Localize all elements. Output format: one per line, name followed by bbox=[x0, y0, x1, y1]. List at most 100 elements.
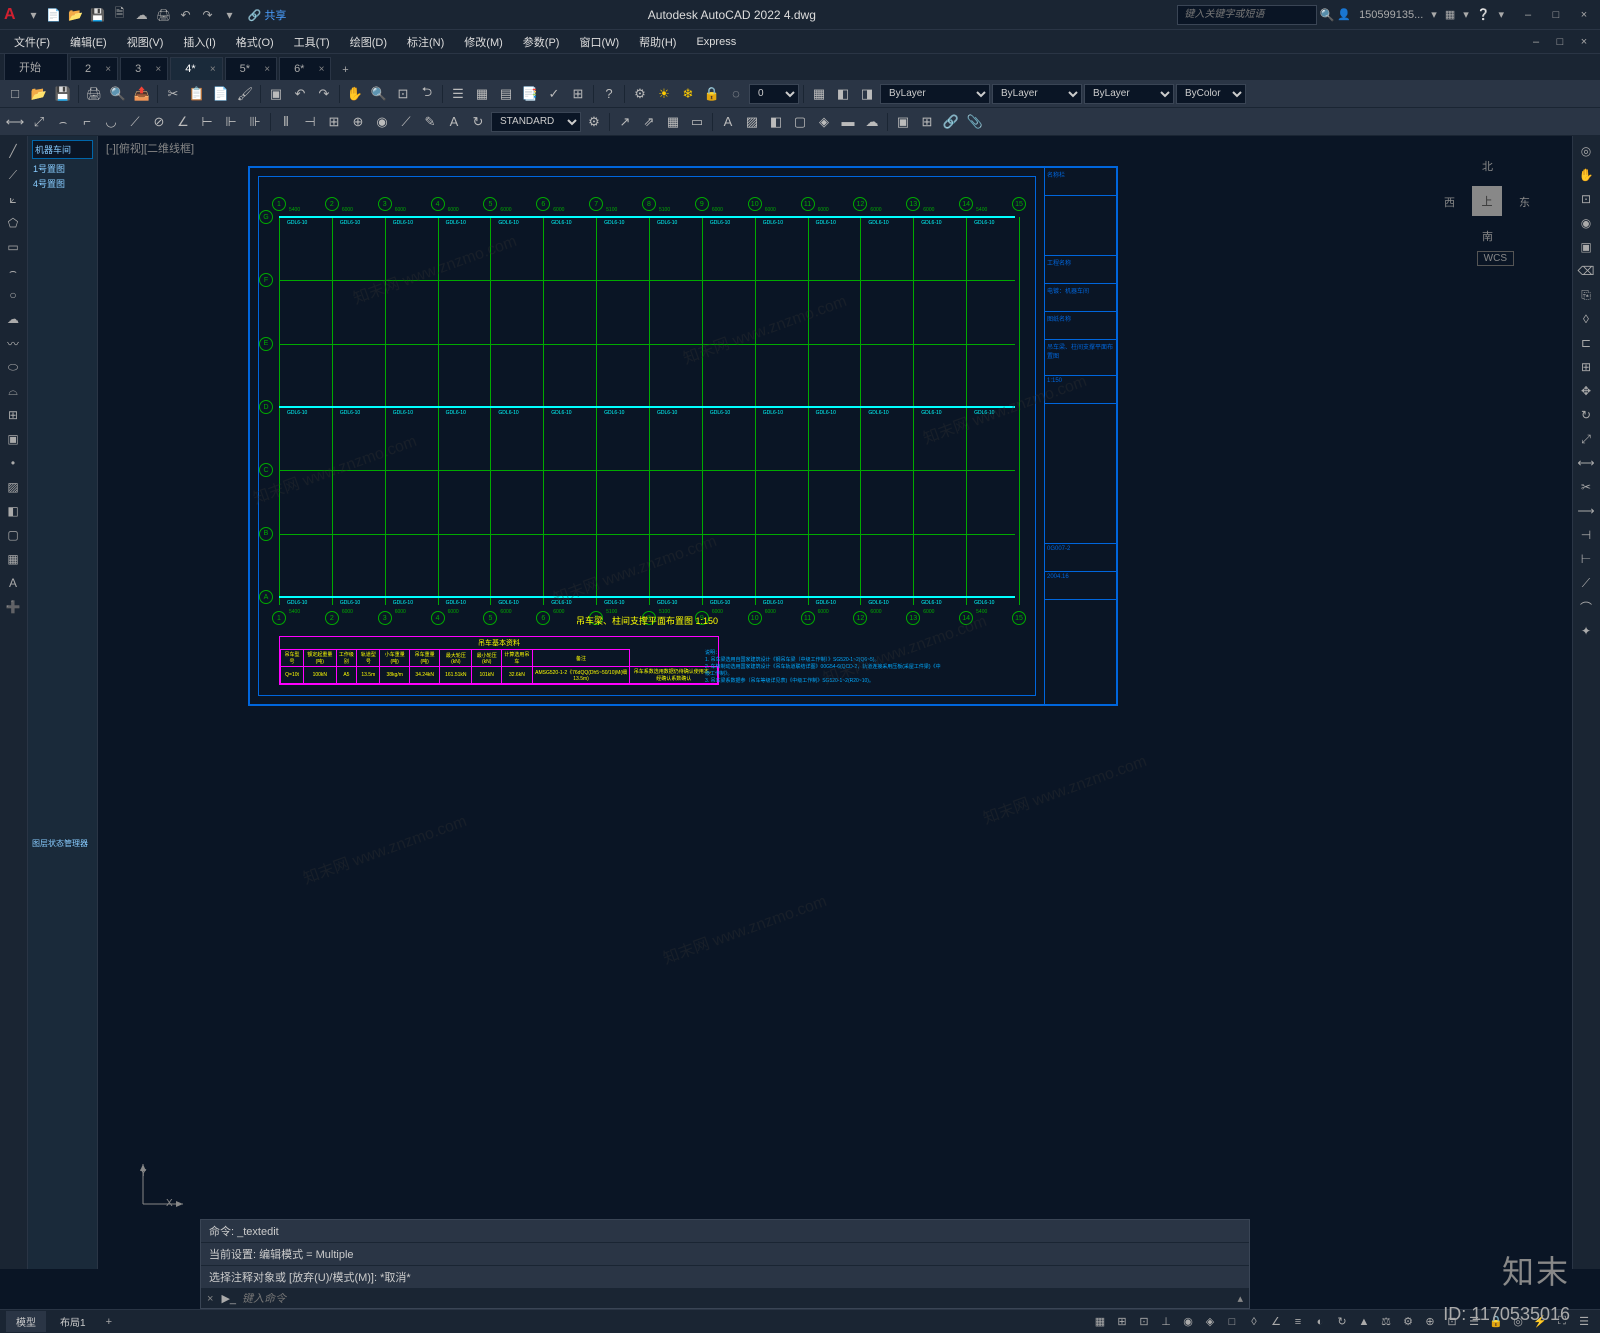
attach-icon[interactable]: 📎 bbox=[964, 111, 986, 133]
viewcube-top[interactable]: 上 bbox=[1472, 186, 1502, 216]
dim-continue-icon[interactable]: ⊪ bbox=[244, 111, 266, 133]
dim-aligned-icon[interactable]: ⤢ bbox=[28, 111, 50, 133]
dimstyle-icon[interactable]: ⚙ bbox=[583, 111, 605, 133]
app-menu-caret[interactable]: ▾ bbox=[24, 5, 44, 25]
tab-start[interactable]: 开始 bbox=[4, 53, 68, 80]
annomonitor-icon[interactable]: ⊕ bbox=[1420, 1313, 1440, 1331]
dim-radius-icon[interactable]: ◡ bbox=[100, 111, 122, 133]
cmd-close-icon[interactable]: × bbox=[207, 1293, 213, 1305]
wipeout-icon[interactable]: ▬ bbox=[837, 111, 859, 133]
copy-icon[interactable]: ⎘ bbox=[1575, 284, 1597, 306]
array-icon[interactable]: ⊞ bbox=[1575, 356, 1597, 378]
menu-param[interactable]: 参数(P) bbox=[513, 31, 570, 53]
layer-iso-icon[interactable]: ☀ bbox=[653, 83, 675, 105]
layer-state-combo[interactable]: 0 bbox=[749, 84, 799, 104]
dim-quick-icon[interactable]: ⊢ bbox=[196, 111, 218, 133]
cut-icon[interactable]: ✂ bbox=[162, 83, 184, 105]
showmotion-icon[interactable]: ▣ bbox=[1575, 236, 1597, 258]
viewport[interactable]: [-][俯视][二维线框] 11540054002260006000336000… bbox=[98, 136, 1572, 1269]
command-input[interactable] bbox=[242, 1293, 1237, 1305]
undo-icon[interactable]: ↶ bbox=[289, 83, 311, 105]
menu-help[interactable]: 帮助(H) bbox=[629, 31, 686, 53]
properties-icon[interactable]: ☰ bbox=[447, 83, 469, 105]
web-open-icon[interactable]: ☁ bbox=[132, 5, 152, 25]
dim-tedit-icon[interactable]: A bbox=[443, 111, 465, 133]
break-icon[interactable]: ⊣ bbox=[1575, 524, 1597, 546]
tab-close-icon[interactable]: × bbox=[319, 64, 325, 75]
tab-6[interactable]: 6*× bbox=[279, 57, 331, 80]
zoom-prev-icon[interactable]: ⮌ bbox=[416, 83, 438, 105]
color-combo[interactable]: ByColor bbox=[1176, 84, 1246, 104]
orbit-icon[interactable]: ◉ bbox=[1575, 212, 1597, 234]
dim-angular-icon[interactable]: ∠ bbox=[172, 111, 194, 133]
point-icon[interactable]: • bbox=[2, 452, 24, 474]
maximize-button[interactable]: □ bbox=[1544, 5, 1568, 25]
annoscale-icon[interactable]: ⚖ bbox=[1376, 1313, 1396, 1331]
minimize-button[interactable]: – bbox=[1516, 5, 1540, 25]
tab-close-icon[interactable]: × bbox=[155, 64, 161, 75]
dim-linear-icon[interactable]: ⟷ bbox=[4, 111, 26, 133]
publish-icon[interactable]: 📤 bbox=[131, 83, 153, 105]
explode-icon[interactable]: ✦ bbox=[1575, 620, 1597, 642]
erase-icon[interactable]: ⌫ bbox=[1575, 260, 1597, 282]
viewcube-west[interactable]: 西 bbox=[1444, 194, 1455, 210]
layer-freeze-icon[interactable]: ❄ bbox=[677, 83, 699, 105]
mleader-icon[interactable]: ⇗ bbox=[638, 111, 660, 133]
snap-icon[interactable]: ⊡ bbox=[1134, 1313, 1154, 1331]
menu-draw[interactable]: 绘图(D) bbox=[340, 31, 397, 53]
block-make-icon[interactable]: ▣ bbox=[892, 111, 914, 133]
layer-combo[interactable]: ByLayer bbox=[880, 84, 990, 104]
otrack-icon[interactable]: ∠ bbox=[1266, 1313, 1286, 1331]
layer-props-icon[interactable]: ▦ bbox=[808, 83, 830, 105]
dim-edit-icon[interactable]: ✎ bbox=[419, 111, 441, 133]
menu-insert[interactable]: 插入(I) bbox=[173, 31, 225, 53]
spline-icon[interactable]: 〰 bbox=[2, 332, 24, 354]
arc-icon[interactable]: ⌢ bbox=[2, 260, 24, 282]
open-icon[interactable]: 📂 bbox=[66, 5, 86, 25]
toolpalette-icon[interactable]: ▤ bbox=[495, 83, 517, 105]
revcloud-icon[interactable]: ☁ bbox=[2, 308, 24, 330]
field-icon[interactable]: ▭ bbox=[686, 111, 708, 133]
user-name[interactable]: 150599135... bbox=[1359, 9, 1423, 21]
center-mark-icon[interactable]: ⊕ bbox=[347, 111, 369, 133]
zoom-icon[interactable]: 🔍 bbox=[368, 83, 390, 105]
redo-icon[interactable]: ↷ bbox=[313, 83, 335, 105]
sheetset-icon[interactable]: 📑 bbox=[519, 83, 541, 105]
tolerance-icon[interactable]: ⊞ bbox=[323, 111, 345, 133]
ortho-icon[interactable]: ⊥ bbox=[1156, 1313, 1176, 1331]
plot-icon[interactable]: 🖨 bbox=[154, 5, 174, 25]
leader-icon[interactable]: ↗ bbox=[614, 111, 636, 133]
user-icon[interactable]: 👤 bbox=[1337, 8, 1351, 21]
copy-icon[interactable]: 📋 bbox=[186, 83, 208, 105]
dim-update-icon[interactable]: ↻ bbox=[467, 111, 489, 133]
pline-icon[interactable]: ⟀ bbox=[2, 188, 24, 210]
workspace-icon[interactable]: ⚙ bbox=[1398, 1313, 1418, 1331]
dim-arc-icon[interactable]: ⌢ bbox=[52, 111, 74, 133]
new-icon[interactable]: □ bbox=[4, 83, 26, 105]
ellipse-icon[interactable]: ⬭ bbox=[2, 356, 24, 378]
open-icon[interactable]: 📂 bbox=[28, 83, 50, 105]
layout-tab[interactable]: 布局1 bbox=[50, 1311, 96, 1332]
dim-jogged-icon[interactable]: ⟋ bbox=[124, 111, 146, 133]
dim-baseline-icon[interactable]: ⊩ bbox=[220, 111, 242, 133]
dim-break-icon[interactable]: ⊣ bbox=[299, 111, 321, 133]
region-icon[interactable]: ◈ bbox=[813, 111, 835, 133]
designcenter-icon[interactable]: ▦ bbox=[471, 83, 493, 105]
insert-icon[interactable]: ⊞ bbox=[2, 404, 24, 426]
doc-restore-button[interactable]: □ bbox=[1548, 32, 1572, 52]
viewcube-north[interactable]: 北 bbox=[1482, 158, 1493, 174]
layer-lock-icon[interactable]: 🔒 bbox=[701, 83, 723, 105]
pan-icon[interactable]: ✋ bbox=[344, 83, 366, 105]
paste-icon[interactable]: 📄 bbox=[210, 83, 232, 105]
zoom-extents-icon[interactable]: ⊡ bbox=[1575, 188, 1597, 210]
menu-file[interactable]: 文件(F) bbox=[4, 31, 60, 53]
inspect-icon[interactable]: ◉ bbox=[371, 111, 393, 133]
matchprop-icon[interactable]: 🖌 bbox=[234, 83, 256, 105]
xline-icon[interactable]: ⟋ bbox=[2, 164, 24, 186]
block-icon[interactable]: ▣ bbox=[265, 83, 287, 105]
print-icon[interactable]: 🖨 bbox=[83, 83, 105, 105]
menu-edit[interactable]: 编辑(E) bbox=[60, 31, 117, 53]
zoom-window-icon[interactable]: ⊡ bbox=[392, 83, 414, 105]
tab-3[interactable]: 3× bbox=[120, 57, 168, 80]
offset-icon[interactable]: ⊏ bbox=[1575, 332, 1597, 354]
